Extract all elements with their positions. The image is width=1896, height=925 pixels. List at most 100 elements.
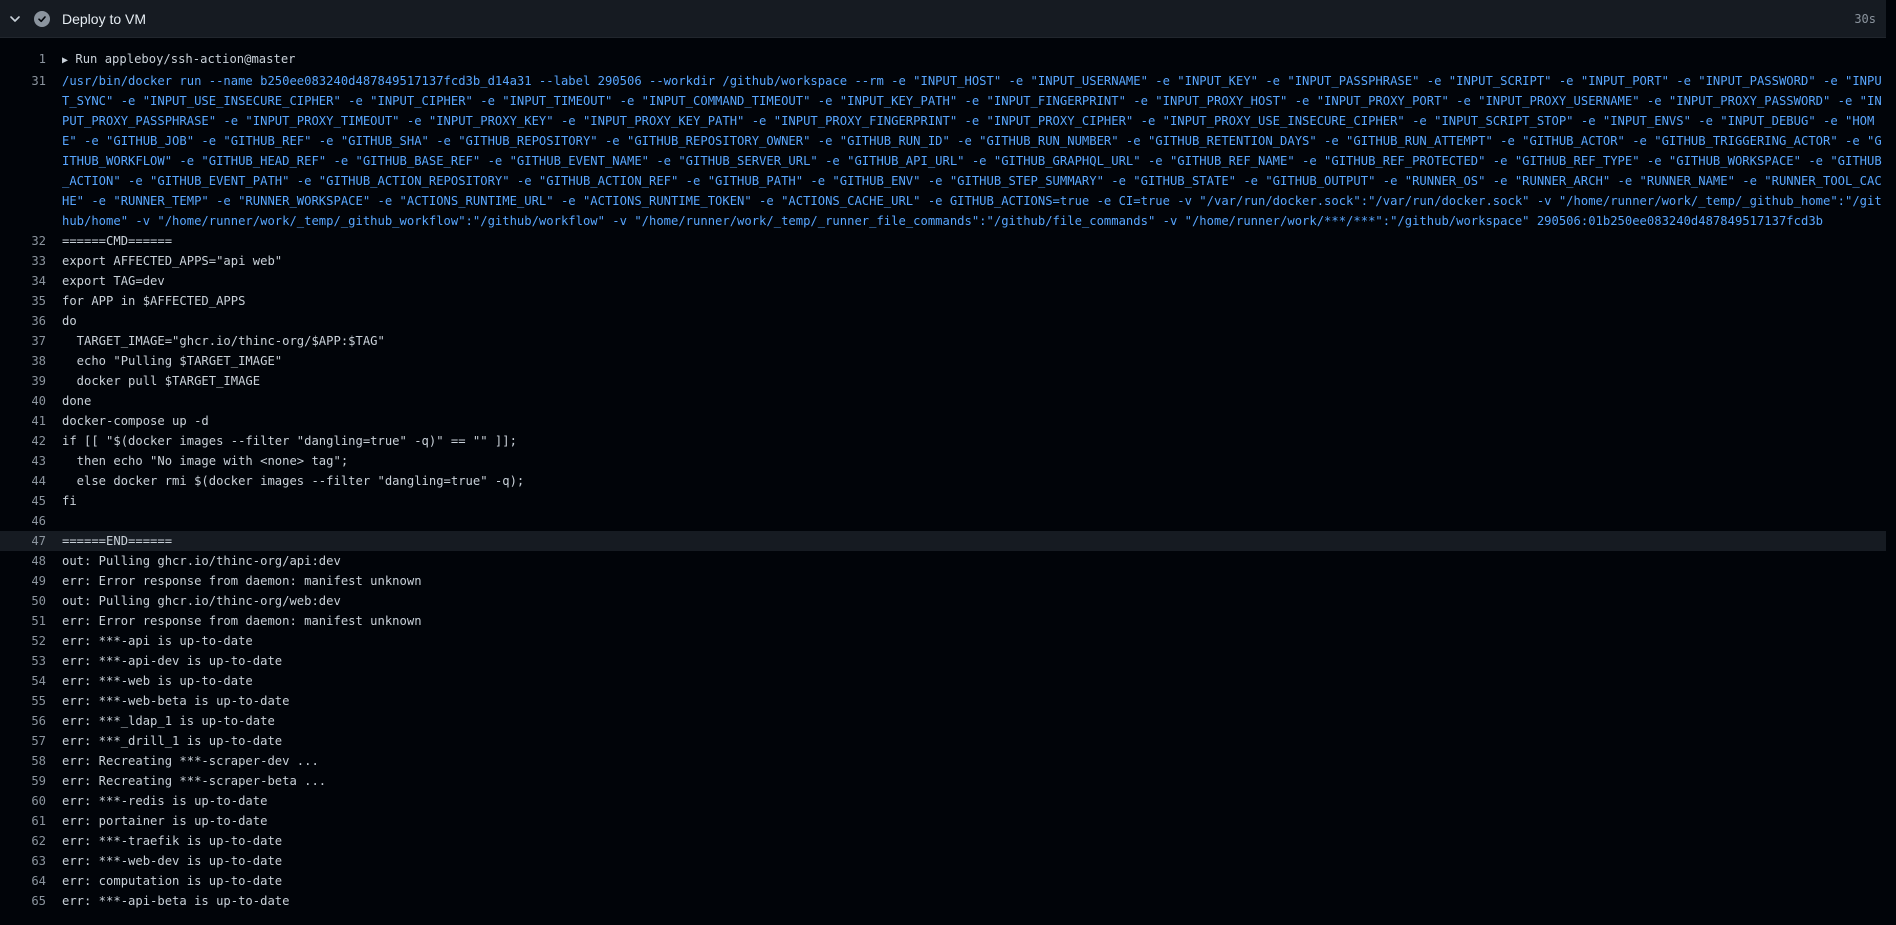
line-number[interactable]: 46 <box>0 511 46 531</box>
log-line: 44 else docker rmi $(docker images --fil… <box>0 471 1886 491</box>
log-lines: 32 ======CMD====== 33 export AFFECTED_APPS=… <box>0 231 1886 911</box>
log-line: 46 <box>0 511 1886 531</box>
line-number[interactable]: 55 <box>0 691 46 711</box>
log-line: 36 do <box>0 311 1886 331</box>
log-line-text: err: Recreating ***-scraper-dev ... <box>62 754 319 768</box>
line-number[interactable]: 31 <box>0 71 46 231</box>
line-number[interactable]: 36 <box>0 311 46 331</box>
line-number[interactable]: 62 <box>0 831 46 851</box>
log-line: 63 err: ***-web-dev is up-to-date <box>0 851 1886 871</box>
log-line-text: err: ***-api-beta is up-to-date <box>62 894 290 908</box>
log-line-text: do <box>62 314 77 328</box>
caret-right-icon[interactable]: ▶ <box>62 55 68 66</box>
log-line: 62 err: ***-traefik is up-to-date <box>0 831 1886 851</box>
log-line-text: out: Pulling ghcr.io/thinc-org/api:dev <box>62 554 341 568</box>
line-number[interactable]: 56 <box>0 711 46 731</box>
log-line: 50 out: Pulling ghcr.io/thinc-org/web:dev <box>0 591 1886 611</box>
line-number[interactable]: 35 <box>0 291 46 311</box>
log-line: 32 ======CMD====== <box>0 231 1886 251</box>
log-line-text: export TAG=dev <box>62 274 165 288</box>
log-line-text: docker-compose up -d <box>62 414 209 428</box>
line-number[interactable]: 64 <box>0 871 46 891</box>
log-line: 48 out: Pulling ghcr.io/thinc-org/api:dev <box>0 551 1886 571</box>
line-number[interactable]: 63 <box>0 851 46 871</box>
line-number[interactable]: 38 <box>0 351 46 371</box>
log-line-text: TARGET_IMAGE="ghcr.io/thinc-org/$APP:$TA… <box>62 334 385 348</box>
log-line-text: export AFFECTED_APPS="api web" <box>62 254 283 268</box>
log-line: 58 err: Recreating ***-scraper-dev ... <box>0 751 1886 771</box>
log-line: 55 err: ***-web-beta is up-to-date <box>0 691 1886 711</box>
step-header[interactable]: Deploy to VM 30s <box>0 0 1886 38</box>
log-line-text: for APP in $AFFECTED_APPS <box>62 294 246 308</box>
log-line-text: err: portainer is up-to-date <box>62 814 268 828</box>
log-line: 39 docker pull $TARGET_IMAGE <box>0 371 1886 391</box>
line-number[interactable]: 40 <box>0 391 46 411</box>
log-line: 34 export TAG=dev <box>0 271 1886 291</box>
line-number[interactable]: 43 <box>0 451 46 471</box>
log-line-text: then echo "No image with <none> tag"; <box>62 454 349 468</box>
line-number[interactable]: 47 <box>0 531 46 551</box>
line-number[interactable]: 51 <box>0 611 46 631</box>
line-number[interactable]: 34 <box>0 271 46 291</box>
log-line-text: err: Recreating ***-scraper-beta ... <box>62 774 327 788</box>
log-line-text: err: Error response from daemon: manifes… <box>62 574 422 588</box>
log-line-text: ======END====== <box>62 534 173 548</box>
log-line-text: err: ***_drill_1 is up-to-date <box>62 734 283 748</box>
line-number[interactable]: 65 <box>0 891 46 911</box>
log-line-text: err: ***-traefik is up-to-date <box>62 834 283 848</box>
log-line: 33 export AFFECTED_APPS="api web" <box>0 251 1886 271</box>
log-line: 61 err: portainer is up-to-date <box>0 811 1886 831</box>
line-number[interactable]: 32 <box>0 231 46 251</box>
success-check-icon <box>34 10 50 27</box>
log-line: 65 err: ***-api-beta is up-to-date <box>0 891 1886 911</box>
line-number[interactable]: 41 <box>0 411 46 431</box>
line-number[interactable]: 58 <box>0 751 46 771</box>
line-number[interactable]: 57 <box>0 731 46 751</box>
log-line-text: else docker rmi $(docker images --filter… <box>62 474 525 488</box>
line-number[interactable]: 49 <box>0 571 46 591</box>
log-line-text: ======CMD====== <box>62 234 173 248</box>
line-number[interactable]: 48 <box>0 551 46 571</box>
log-line-text: err: ***-api is up-to-date <box>62 634 253 648</box>
log-line: 56 err: ***_ldap_1 is up-to-date <box>0 711 1886 731</box>
line-number[interactable]: 37 <box>0 331 46 351</box>
line-number[interactable]: 53 <box>0 651 46 671</box>
chevron-down-icon[interactable] <box>8 12 22 26</box>
log-line: 60 err: ***-redis is up-to-date <box>0 791 1886 811</box>
log-line-text: echo "Pulling $TARGET_IMAGE" <box>62 354 283 368</box>
log-line-text: docker pull $TARGET_IMAGE <box>62 374 261 388</box>
log-line: 52 err: ***-api is up-to-date <box>0 631 1886 651</box>
log-group-label: Run appleboy/ssh-action@master <box>75 52 296 66</box>
log-line-text: err: ***-api-dev is up-to-date <box>62 654 283 668</box>
line-number[interactable]: 50 <box>0 591 46 611</box>
line-number[interactable]: 54 <box>0 671 46 691</box>
log-line: 54 err: ***-web is up-to-date <box>0 671 1886 691</box>
log-line-text: if [[ "$(docker images --filter "danglin… <box>62 434 517 448</box>
log-line-text: err: Error response from daemon: manifes… <box>62 614 422 628</box>
line-number[interactable]: 60 <box>0 791 46 811</box>
log-line-docker-run: 31 /usr/bin/docker run --name b250ee0832… <box>0 71 1886 231</box>
log-line: 38 echo "Pulling $TARGET_IMAGE" <box>0 351 1886 371</box>
line-number[interactable]: 1 <box>0 49 46 71</box>
line-number[interactable]: 61 <box>0 811 46 831</box>
log-line: 49 err: Error response from daemon: manif… <box>0 571 1886 591</box>
log-line-text: err: ***-redis is up-to-date <box>62 794 268 808</box>
log-line-text: err: ***-web is up-to-date <box>62 674 253 688</box>
log-line-text: done <box>62 394 92 408</box>
line-number[interactable]: 45 <box>0 491 46 511</box>
log-output: 1 ▶ Run appleboy/ssh-action@master 31 /u… <box>0 49 1886 911</box>
log-line: 40 done <box>0 391 1886 411</box>
line-number[interactable]: 44 <box>0 471 46 491</box>
log-line-text: err: computation is up-to-date <box>62 874 283 888</box>
log-line: 59 err: Recreating ***-scraper-beta ... <box>0 771 1886 791</box>
log-line: 57 err: ***_drill_1 is up-to-date <box>0 731 1886 751</box>
line-number[interactable]: 39 <box>0 371 46 391</box>
log-group-line[interactable]: 1 ▶ Run appleboy/ssh-action@master <box>0 49 1886 71</box>
log-line-text: err: ***_ldap_1 is up-to-date <box>62 714 275 728</box>
line-number[interactable]: 33 <box>0 251 46 271</box>
line-number[interactable]: 42 <box>0 431 46 451</box>
log-line-text: fi <box>62 494 77 508</box>
line-number[interactable]: 52 <box>0 631 46 651</box>
log-line: 42 if [[ "$(docker images --filter "dangl… <box>0 431 1886 451</box>
line-number[interactable]: 59 <box>0 771 46 791</box>
